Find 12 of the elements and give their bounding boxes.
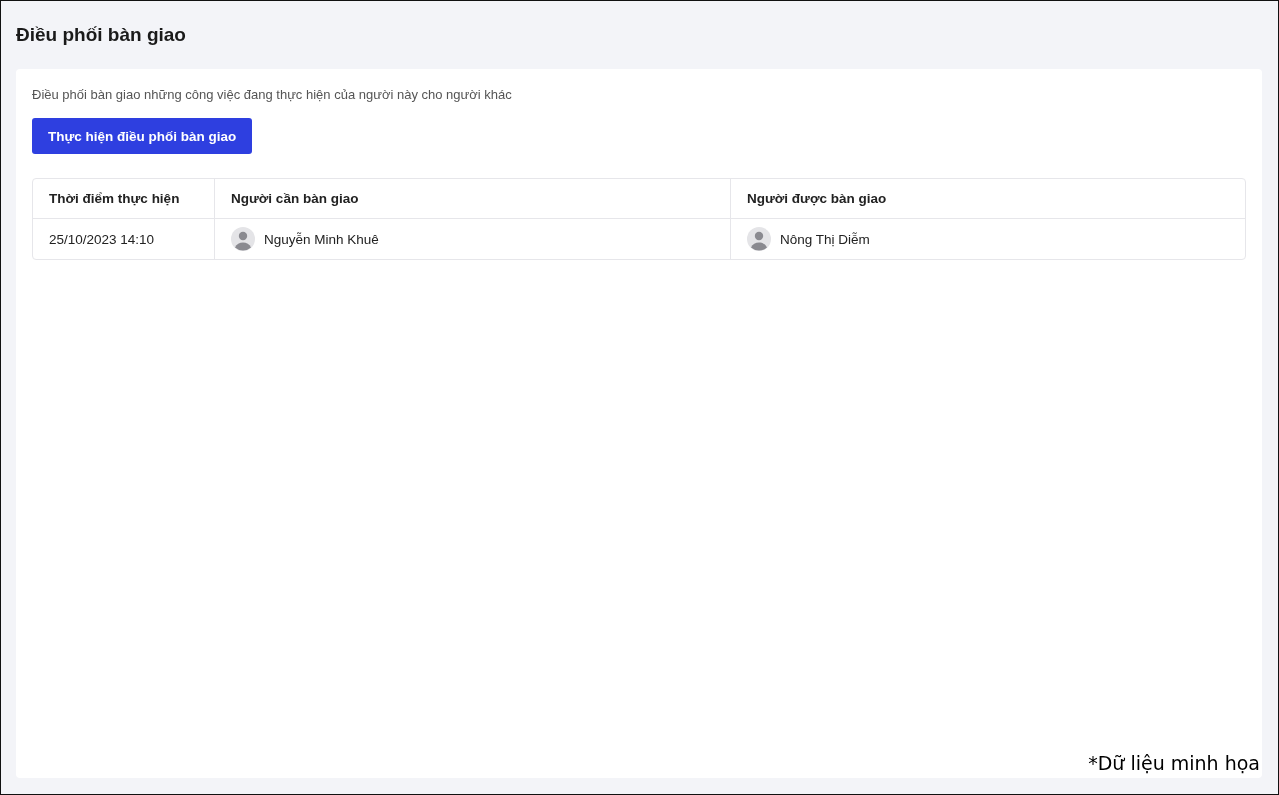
illustration-note: *Dữ liệu minh họa [1088,752,1260,774]
column-header: Người cần bàn giao [215,179,731,219]
column-header: Người được bàn giao [731,179,1245,219]
person-name: Nông Thị Diễm [780,231,870,247]
description-text: Điều phối bàn giao những công việc đang thực hiện của người này cho người khác [32,87,512,102]
person-name: Nguyễn Minh Khuê [264,231,379,247]
handover-button[interactable]: Thực hiện điều phối bàn giao [32,118,253,154]
avatar-icon [747,227,771,251]
page-title: Điều phối bàn giao [16,23,187,47]
avatar-icon [231,227,255,251]
column-header: Thời điểm thực hiện [33,179,215,219]
table-cell: 25/10/2023 14:10 [33,219,215,259]
